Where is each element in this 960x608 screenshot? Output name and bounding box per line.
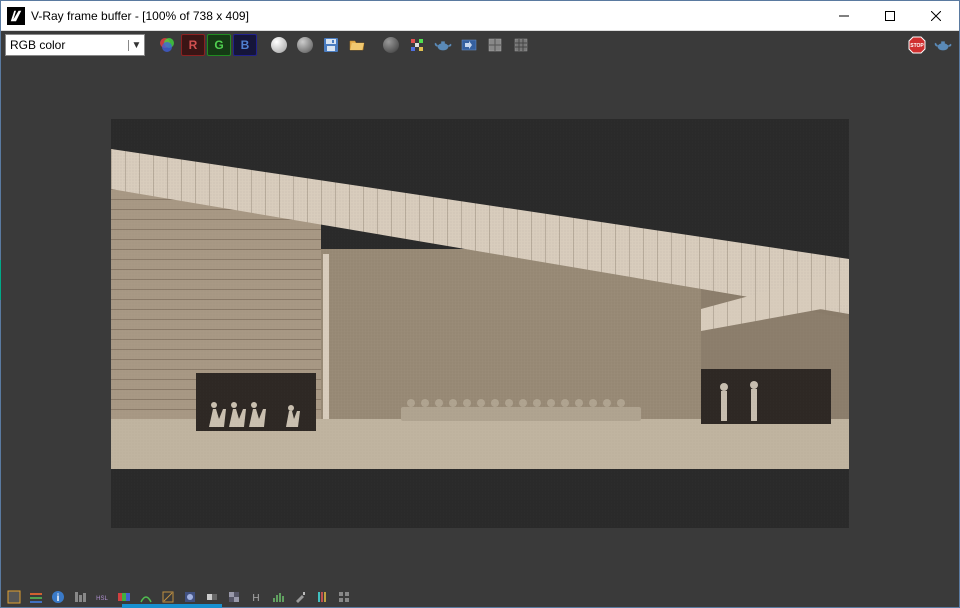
exposure-icon xyxy=(205,590,219,604)
mono-dark-button[interactable] xyxy=(379,34,403,56)
dropdown-arrow-icon: ▼ xyxy=(128,40,144,51)
green-channel-button[interactable]: G xyxy=(207,34,231,56)
white-balance-icon xyxy=(117,590,131,604)
chart-button[interactable] xyxy=(269,589,287,605)
window-controls xyxy=(821,1,959,30)
stop-render-button[interactable]: STOP xyxy=(905,34,929,56)
curves-icon xyxy=(139,590,153,604)
red-channel-button[interactable]: R xyxy=(181,34,205,56)
window-title: V-Ray frame buffer - [100% of 738 x 409] xyxy=(31,9,821,23)
color-corrections-icon xyxy=(7,590,21,604)
titlebar: V-Ray frame buffer - [100% of 738 x 409] xyxy=(1,1,959,31)
lut-enable-icon xyxy=(161,590,175,604)
mono-white-button[interactable] xyxy=(267,34,291,56)
h-button[interactable]: H xyxy=(247,589,265,605)
close-button[interactable] xyxy=(913,1,959,30)
app-window: V-Ray frame buffer - [100% of 738 x 409]… xyxy=(0,0,960,608)
levels-icon xyxy=(73,590,87,604)
lut-button[interactable] xyxy=(159,589,177,605)
white-sphere-icon xyxy=(271,37,287,53)
minimize-button[interactable] xyxy=(821,1,867,30)
rendered-image xyxy=(111,119,849,528)
app-icon xyxy=(7,7,25,25)
channels-button[interactable] xyxy=(155,34,179,56)
bottom-active-indicator xyxy=(122,604,222,608)
levels-button[interactable] xyxy=(71,589,89,605)
region-render-button[interactable] xyxy=(405,34,429,56)
grid-b-icon xyxy=(513,37,529,53)
svg-text:H: H xyxy=(252,593,259,604)
gray-sphere-icon xyxy=(297,37,313,53)
info-button[interactable]: i xyxy=(49,589,67,605)
vertical-bars-icon xyxy=(315,590,329,604)
info-icon: i xyxy=(51,590,65,604)
maximize-button[interactable] xyxy=(867,1,913,30)
channel-value: RGB color xyxy=(10,38,65,52)
svg-text:HSL: HSL xyxy=(96,596,108,602)
history-icon xyxy=(29,590,43,604)
regions-icon xyxy=(337,590,351,604)
render-frame xyxy=(111,119,849,528)
pipette-icon xyxy=(293,590,307,604)
hsl-icon: HSL xyxy=(95,590,109,604)
render-last-button[interactable] xyxy=(931,34,955,56)
exposure-button[interactable] xyxy=(203,589,221,605)
grid-a-icon xyxy=(487,37,503,53)
white-balance-button[interactable] xyxy=(115,589,133,605)
teapot-icon xyxy=(434,38,452,52)
compare-swap-icon xyxy=(461,37,477,53)
region-render-icon xyxy=(409,37,425,53)
channel-select[interactable]: RGB color ▼ xyxy=(5,34,145,56)
render-viewport[interactable] xyxy=(1,59,959,587)
dark-sphere-icon xyxy=(383,37,399,53)
open-folder-icon xyxy=(349,38,365,52)
srgb-button[interactable] xyxy=(181,589,199,605)
regions-button[interactable] xyxy=(335,589,353,605)
track-mouse-button[interactable] xyxy=(431,34,455,56)
mono-gray-button[interactable] xyxy=(293,34,317,56)
toolbar: RGB color ▼ R G B xyxy=(1,31,959,59)
open-button[interactable] xyxy=(345,34,369,56)
vbars-button[interactable] xyxy=(313,589,331,605)
chart-icon xyxy=(271,590,285,604)
bg-button[interactable] xyxy=(225,589,243,605)
svg-text:STOP: STOP xyxy=(910,43,924,49)
pipette-button[interactable] xyxy=(291,589,309,605)
render-teapot-icon xyxy=(934,38,952,52)
svg-text:i: i xyxy=(57,593,60,604)
blue-channel-button[interactable]: B xyxy=(233,34,257,56)
cc-toggle-button[interactable] xyxy=(5,589,23,605)
hsl-button[interactable]: HSL xyxy=(93,589,111,605)
color-channels-icon xyxy=(159,37,175,53)
history-button[interactable] xyxy=(27,589,45,605)
curves-button[interactable] xyxy=(137,589,155,605)
compare-button[interactable] xyxy=(457,34,481,56)
stop-icon: STOP xyxy=(908,36,926,54)
cc-srgb-icon xyxy=(183,590,197,604)
bg-icon xyxy=(227,590,241,604)
grid-b-button[interactable] xyxy=(509,34,533,56)
save-button[interactable] xyxy=(319,34,343,56)
grid-a-button[interactable] xyxy=(483,34,507,56)
save-icon xyxy=(323,37,339,53)
h-text-icon: H xyxy=(249,590,263,604)
